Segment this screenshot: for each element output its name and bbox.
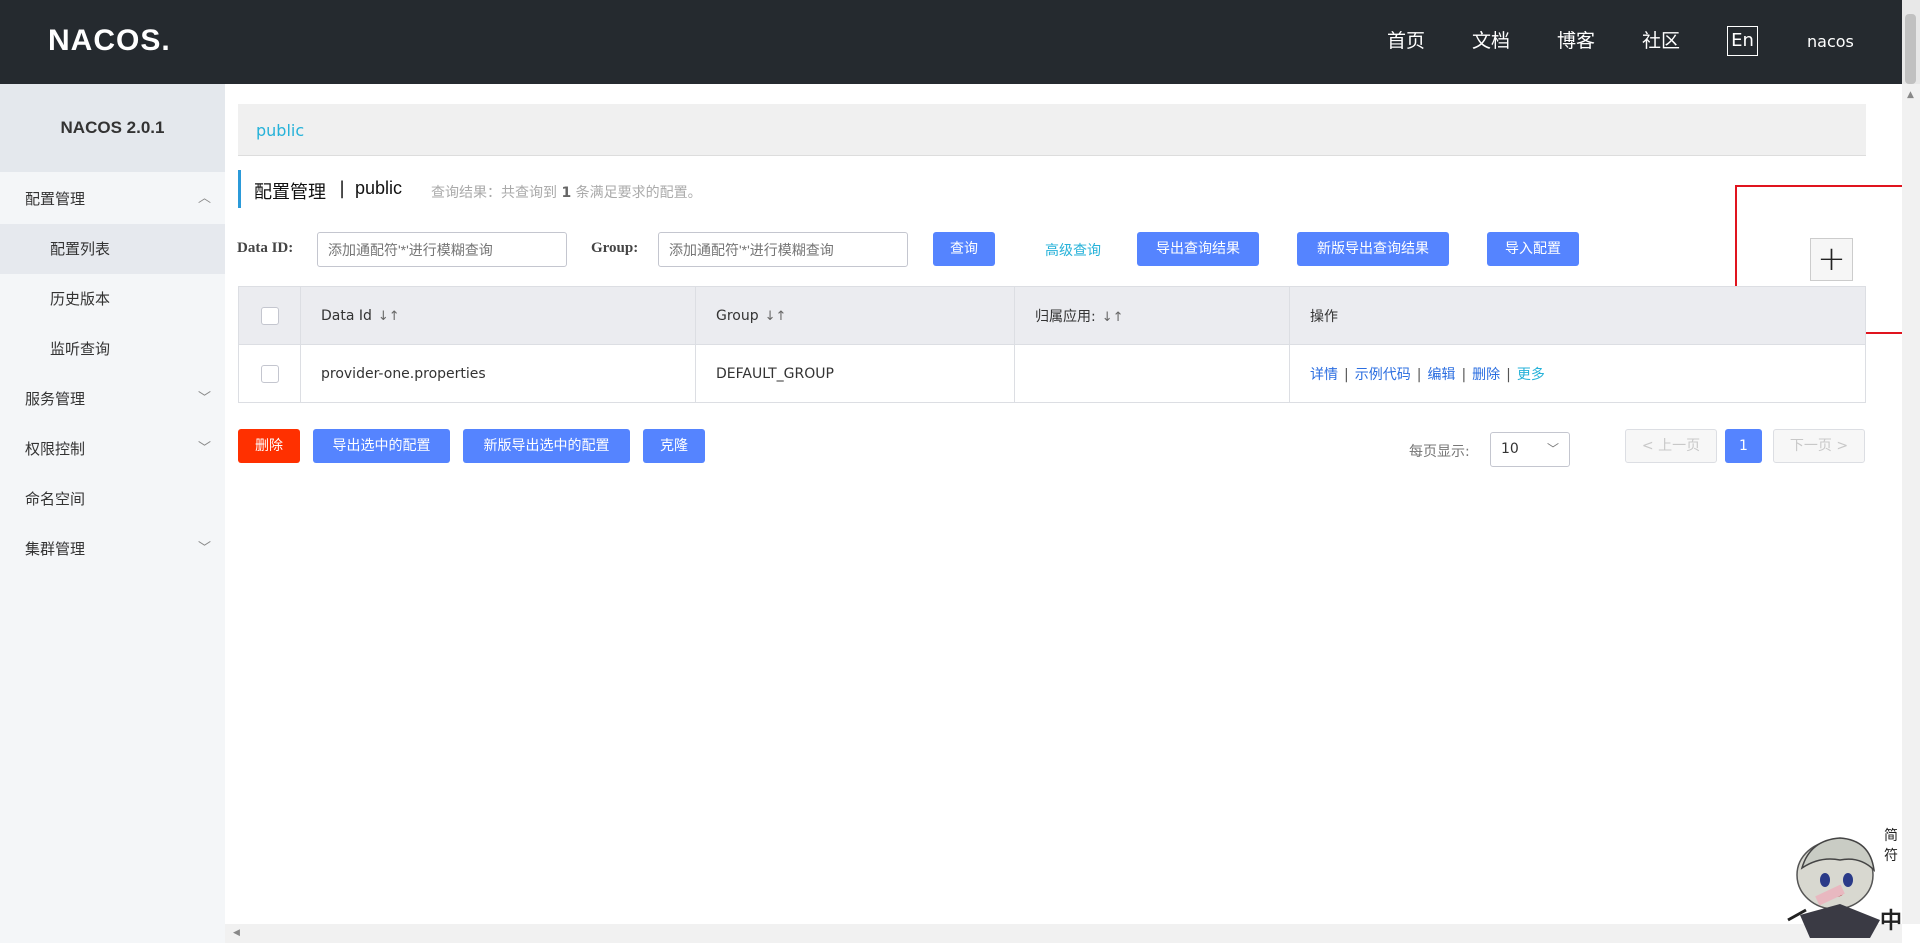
sort-icon[interactable]: ↓↑ bbox=[1102, 310, 1124, 325]
export-results-button[interactable]: 导出查询结果 bbox=[1137, 232, 1259, 266]
row-checkbox[interactable] bbox=[261, 364, 279, 383]
sidebar-item-label: 服务管理 bbox=[25, 390, 86, 408]
query-result-info: 查询结果：共查询到 1 条满足要求的配置。 bbox=[431, 185, 702, 201]
sidebar-item-namespace[interactable]: 命名空间 bbox=[0, 474, 225, 524]
nacos-logo[interactable]: NACOS. bbox=[48, 24, 171, 58]
chevron-down-icon: ﹀ bbox=[1546, 442, 1559, 456]
table-header-row: Data Id ↓↑ Group ↓↑ 归属应用: ↓↑ 操作 bbox=[238, 286, 1866, 345]
nav-docs[interactable]: 文档 bbox=[1472, 26, 1510, 53]
data-id-input[interactable] bbox=[317, 232, 567, 267]
page-title: 配置管理 | public 查询结果：共查询到 1 条满足要求的配置。 bbox=[238, 170, 702, 208]
chevron-up-icon: ︿ bbox=[198, 191, 212, 206]
sidebar-item-label: 配置列表 bbox=[50, 240, 111, 258]
user-name[interactable]: nacos bbox=[1807, 32, 1854, 51]
page-size-select[interactable]: 10 ﹀ bbox=[1490, 432, 1570, 467]
cell-actions: 详情 | 示例代码 | 编辑 | 删除 | 更多 bbox=[1289, 344, 1866, 403]
current-page-button[interactable]: 1 bbox=[1725, 429, 1762, 463]
header-group[interactable]: Group ↓↑ bbox=[695, 286, 1015, 345]
detail-link[interactable]: 详情 bbox=[1310, 367, 1338, 383]
sidebar-item-history[interactable]: 历史版本 bbox=[0, 274, 225, 324]
import-config-button[interactable]: 导入配置 bbox=[1487, 232, 1579, 266]
prev-page-button[interactable]: < 上一页 bbox=[1625, 429, 1717, 463]
sidebar-item-access-control[interactable]: 权限控制 ﹀ bbox=[0, 424, 225, 474]
header-actions: 操作 bbox=[1289, 286, 1866, 345]
sidebar-item-label: 权限控制 bbox=[25, 440, 86, 458]
data-id-label: Data ID: bbox=[237, 240, 294, 256]
chevron-down-icon: ﹀ bbox=[198, 391, 212, 406]
clone-button[interactable]: 克隆 bbox=[643, 429, 705, 463]
sample-code-link[interactable]: 示例代码 bbox=[1355, 367, 1411, 383]
namespace-link-public[interactable]: public bbox=[256, 121, 304, 140]
svg-text:简: 简 bbox=[1884, 827, 1898, 844]
vertical-scrollbar-thumb[interactable] bbox=[1905, 14, 1916, 84]
search-button[interactable]: 查询 bbox=[933, 232, 995, 266]
new-export-results-button[interactable]: 新版导出查询结果 bbox=[1297, 232, 1449, 266]
title-separator: | bbox=[339, 178, 346, 199]
language-toggle-button[interactable]: En bbox=[1727, 26, 1758, 56]
nav-blog[interactable]: 博客 bbox=[1557, 26, 1595, 53]
new-export-selected-button[interactable]: 新版导出选中的配置 bbox=[463, 429, 630, 463]
sidebar-item-label: 集群管理 bbox=[25, 540, 86, 558]
svg-text:中: 中 bbox=[1880, 909, 1902, 934]
select-all-checkbox[interactable] bbox=[261, 306, 279, 325]
export-selected-button[interactable]: 导出选中的配置 bbox=[313, 429, 450, 463]
result-count: 1 bbox=[561, 185, 572, 201]
page-title-text: 配置管理 bbox=[254, 182, 326, 203]
header-app[interactable]: 归属应用: ↓↑ bbox=[1014, 286, 1290, 345]
sidebar-title: NACOS 2.0.1 bbox=[0, 84, 225, 172]
sidebar-item-label: 监听查询 bbox=[50, 340, 111, 358]
sort-icon[interactable]: ↓↑ bbox=[765, 309, 787, 324]
sidebar-item-cluster-management[interactable]: 集群管理 ﹀ bbox=[0, 524, 225, 574]
group-label: Group: bbox=[591, 240, 639, 256]
cell-group: DEFAULT_GROUP bbox=[695, 344, 1015, 403]
header-data-id[interactable]: Data Id ↓↑ bbox=[300, 286, 696, 345]
svg-text:符: 符 bbox=[1884, 848, 1898, 864]
main-content: public 配置管理 | public 查询结果：共查询到 1 条满足要求的配… bbox=[225, 84, 1906, 924]
sort-icon[interactable]: ↓↑ bbox=[378, 309, 400, 324]
next-page-button[interactable]: 下一页 > bbox=[1773, 429, 1865, 463]
delete-selected-button[interactable]: 删除 bbox=[238, 429, 300, 463]
horizontal-scrollbar[interactable]: ◀ bbox=[225, 924, 1902, 943]
sidebar-item-listener-query[interactable]: 监听查询 bbox=[0, 324, 225, 374]
page-size-label: 每页显示: bbox=[1409, 444, 1470, 460]
sidebar-item-config-list[interactable]: 配置列表 bbox=[0, 224, 225, 274]
sidebar-item-label: 历史版本 bbox=[50, 290, 111, 308]
chevron-down-icon: ﹀ bbox=[198, 441, 212, 456]
sidebar-item-config-management[interactable]: 配置管理 ︿ bbox=[0, 174, 225, 224]
cell-data-id: provider-one.properties bbox=[300, 344, 696, 403]
vertical-scrollbar[interactable]: ▲ bbox=[1902, 84, 1920, 924]
sidebar-item-service-management[interactable]: 服务管理 ﹀ bbox=[0, 374, 225, 424]
select-all-cell bbox=[238, 286, 301, 345]
title-namespace: public bbox=[355, 178, 403, 198]
group-input[interactable] bbox=[658, 232, 908, 267]
edit-link[interactable]: 编辑 bbox=[1427, 367, 1455, 383]
namespace-breadcrumb: public bbox=[238, 104, 1866, 156]
sidebar-item-label: 配置管理 bbox=[25, 190, 86, 208]
mascot-image: 中 简 符 bbox=[1787, 827, 1902, 938]
config-table: Data Id ↓↑ Group ↓↑ 归属应用: ↓↑ 操作 provider-on… bbox=[238, 286, 1866, 403]
nav-home[interactable]: 首页 bbox=[1387, 26, 1425, 53]
more-link[interactable]: 更多 bbox=[1517, 367, 1545, 383]
sidebar-item-label: 命名空间 bbox=[25, 490, 86, 508]
nav-community[interactable]: 社区 bbox=[1642, 26, 1680, 53]
scroll-up-icon[interactable]: ▲ bbox=[1907, 90, 1914, 100]
table-row: provider-one.properties DEFAULT_GROUP 详情… bbox=[238, 344, 1866, 403]
advanced-search-link[interactable]: 高级查询 bbox=[1045, 240, 1101, 260]
scroll-left-icon[interactable]: ◀ bbox=[233, 928, 240, 938]
delete-link[interactable]: 删除 bbox=[1472, 367, 1500, 383]
top-navbar: NACOS. 首页 文档 博客 社区 En nacos bbox=[0, 0, 1902, 84]
cell-app bbox=[1014, 344, 1290, 403]
sidebar: NACOS 2.0.1 配置管理 ︿ 配置列表 历史版本 监听查询 服务管理 ﹀… bbox=[0, 84, 225, 943]
row-select-cell bbox=[238, 344, 301, 403]
chevron-down-icon: ﹀ bbox=[198, 541, 212, 556]
